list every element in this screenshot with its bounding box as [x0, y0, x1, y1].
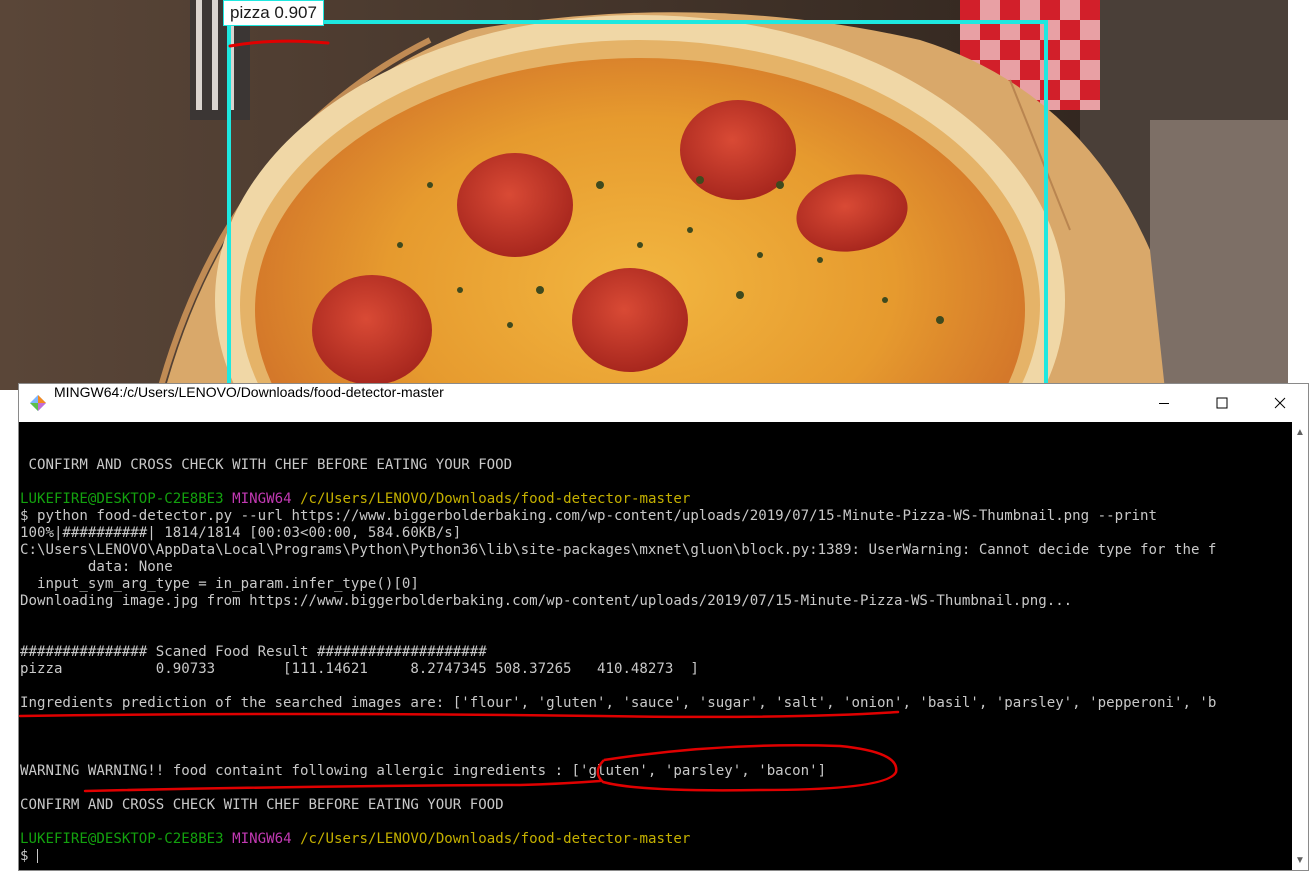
prompt-path: /c/Users/LENOVO/Downloads/food-detector-… [300, 491, 691, 507]
close-icon [1274, 397, 1286, 409]
download-progress: 100%|##########| 1814/1814 [00:03<00:00,… [20, 525, 462, 541]
terminal-window[interactable]: MINGW64:/c/Users/LENOVO/Downloads/food-d… [18, 383, 1309, 871]
desktop-background [1288, 0, 1309, 390]
maximize-button[interactable] [1193, 384, 1251, 422]
user-warning-code: input_sym_arg_type = in_param.infer_type… [20, 576, 419, 592]
prompt-shell: MINGW64 [232, 491, 292, 507]
input-prompt: $ [20, 848, 37, 864]
downloading-line: Downloading image.jpg from https://www.b… [20, 593, 1073, 609]
detection-box [227, 20, 1048, 420]
title-bar[interactable]: MINGW64:/c/Users/LENOVO/Downloads/food-d… [19, 384, 1308, 422]
scroll-down-icon[interactable]: ▼ [1292, 852, 1308, 868]
prompt-line-2: LUKEFIRE@DESKTOP-C2E8BE3 MINGW64 /c/User… [20, 831, 690, 848]
command-line: $ python food-detector.py --url https://… [20, 508, 1158, 524]
minimize-button[interactable] [1135, 384, 1193, 422]
prompt-line: LUKEFIRE@DESKTOP-C2E8BE3 MINGW64 /c/User… [20, 491, 690, 508]
prompt-shell: MINGW64 [232, 831, 292, 847]
prompt-user: LUKEFIRE@DESKTOP-C2E8BE3 [20, 831, 224, 847]
input-line[interactable]: $ [20, 848, 38, 865]
terminal-output[interactable]: CONFIRM AND CROSS CHECK WITH CHEF BEFORE… [20, 422, 1292, 870]
user-warning-data: data: None [20, 559, 173, 575]
text-cursor [36, 849, 38, 863]
vertical-scrollbar[interactable]: ▲ ▼ [1292, 422, 1308, 870]
prompt-path: /c/Users/LENOVO/Downloads/food-detector-… [300, 831, 691, 847]
user-warning-line: C:\Users\LENOVO\AppData\Local\Programs\P… [20, 542, 1217, 558]
result-header: ############### Scaned Food Result #####… [20, 644, 487, 660]
minimize-icon [1159, 403, 1169, 404]
detection-label: pizza 0.907 [223, 0, 324, 26]
close-button[interactable] [1251, 384, 1309, 422]
window-title: MINGW64:/c/Users/LENOVO/Downloads/food-d… [54, 384, 444, 400]
prompt-user: LUKEFIRE@DESKTOP-C2E8BE3 [20, 491, 224, 507]
allergy-warning-line: WARNING WARNING!! food containt followin… [20, 763, 827, 779]
result-row: pizza 0.90733 [111.14621 8.2747345 508.3… [20, 661, 699, 677]
scroll-thumb[interactable] [1294, 719, 1306, 849]
scroll-up-icon[interactable]: ▲ [1292, 424, 1308, 440]
ingredients-line: Ingredients prediction of the searched i… [20, 695, 1217, 711]
maximize-icon [1216, 397, 1228, 409]
confirm-line-top: CONFIRM AND CROSS CHECK WITH CHEF BEFORE… [20, 457, 513, 473]
confirm-line-bottom: CONFIRM AND CROSS CHECK WITH CHEF BEFORE… [20, 797, 504, 813]
git-bash-icon [30, 395, 46, 411]
